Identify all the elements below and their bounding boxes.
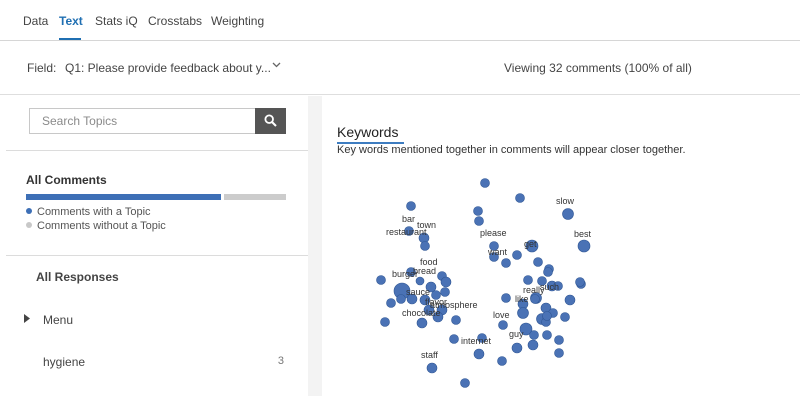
keyword-node[interactable] [376,275,386,285]
keyword-node[interactable] [460,378,470,388]
keyword-label-please[interactable]: please [480,228,507,238]
keywords-panel: Keywords Key words mentioned together in… [322,96,800,396]
keyword-node[interactable] [529,330,539,340]
keyword-node[interactable] [562,208,574,220]
caret-right-icon[interactable] [24,314,30,325]
keyword-label-like[interactable]: like [515,294,529,304]
keyword-network: slowbartownrestaurant please bestgetwantfo… [376,178,592,388]
keyword-label-such[interactable]: such [540,282,559,292]
chevron-down-icon[interactable] [272,60,281,71]
keyword-node[interactable] [451,315,461,325]
keyword-node[interactable] [542,330,552,340]
keyword-node[interactable] [501,258,511,268]
keyword-node[interactable] [530,294,540,304]
keyword-node[interactable] [533,257,543,267]
viewing-count: Viewing 32 comments (100% of all) [504,61,692,75]
keyword-node[interactable] [396,294,406,304]
search-button[interactable] [255,108,286,134]
keyword-node[interactable] [560,312,570,322]
topic-label: Menu [43,313,74,327]
topics-sidebar: All Comments Comments with a Topic Comme… [0,96,308,396]
keyword-node[interactable] [497,356,507,366]
keyword-node[interactable] [480,178,490,188]
keyword-node[interactable] [473,206,483,216]
keyword-node[interactable] [554,348,564,358]
legend-label: Comments without a Topic [37,220,166,232]
keyword-node[interactable] [380,317,390,327]
all-comments-title: All Comments [26,173,107,187]
keyword-node[interactable] [577,239,591,253]
keyword-node[interactable] [523,275,533,285]
keyword-node[interactable] [473,348,485,360]
keyword-node[interactable] [498,320,508,330]
keyword-node[interactable] [554,335,564,345]
keyword-node[interactable] [564,294,576,306]
keyword-node[interactable] [543,267,553,277]
search-topics-input[interactable] [29,108,255,134]
keyword-node[interactable] [515,193,525,203]
keyword-node[interactable] [426,362,438,374]
keyword-node[interactable] [542,311,552,321]
keyword-node[interactable] [575,277,585,287]
keyword-label-want[interactable]: want [487,247,508,257]
keyword-label-internet[interactable]: internet [461,336,492,346]
topic-item-hygiene[interactable]: hygiene 3 [43,355,288,371]
bar-separator [221,194,224,200]
keyword-node[interactable] [512,250,522,260]
divider [6,150,308,151]
field-select[interactable]: Q1: Please provide feedback about y... [65,61,271,75]
tab-text[interactable]: Text [59,14,83,28]
topic-label: hygiene [43,355,86,369]
keyword-node[interactable] [517,307,529,319]
topic-item-menu[interactable]: Menu [24,313,294,329]
keyword-label-restaurant[interactable]: restaurant [386,227,427,237]
keyword-label-get[interactable]: get [524,239,537,249]
keyword-node[interactable] [449,334,459,344]
legend-without-topic: Comments without a Topic [26,220,166,232]
keyword-label-chocolate[interactable]: chocolate [402,308,441,318]
keyword-label-flavor[interactable]: flavor [425,297,447,307]
legend-label: Comments with a Topic [37,206,151,218]
keyword-label-sauce[interactable]: sauce [406,287,430,297]
keyword-node[interactable] [474,216,484,226]
tab-stats-iq[interactable]: Stats iQ [95,14,138,28]
keyword-node[interactable] [440,276,452,288]
keyword-node[interactable] [501,293,511,303]
field-bar: Field: Q1: Please provide feedback about… [0,41,800,95]
topic-count: 3 [277,355,284,367]
keyword-node[interactable] [420,241,430,251]
keyword-node[interactable] [511,342,523,354]
legend-dot [26,222,32,228]
topic-share-fill [26,194,221,200]
keyword-label-slow[interactable]: slow [556,196,575,206]
keyword-node[interactable] [416,317,428,329]
tab-data[interactable]: Data [23,14,48,28]
tab-weighting[interactable]: Weighting [211,14,264,28]
tab-crosstabs[interactable]: Crosstabs [148,14,202,28]
active-tab-indicator [59,38,81,40]
topic-share-bar [26,194,286,200]
keyword-label-bar[interactable]: bar [402,214,415,224]
keyword-label-bread[interactable]: bread [413,266,436,276]
tab-bar: Data Text Stats iQ Crosstabs Weighting [0,0,800,41]
panel-gutter [308,96,322,396]
divider [6,255,308,256]
keyword-label-staff[interactable]: staff [421,350,438,360]
field-label: Field: [27,61,57,75]
keyword-node[interactable] [386,298,396,308]
legend-dot [26,208,32,214]
keyword-label-love[interactable]: love [493,310,510,320]
legend-with-topic: Comments with a Topic [26,206,151,218]
keyword-node[interactable] [440,287,450,297]
keyword-label-guy[interactable]: guy [509,329,524,339]
keyword-node[interactable] [406,201,416,211]
all-responses-title[interactable]: All Responses [36,270,119,284]
keyword-label-best[interactable]: best [574,229,592,239]
keyword-node[interactable] [527,339,539,351]
